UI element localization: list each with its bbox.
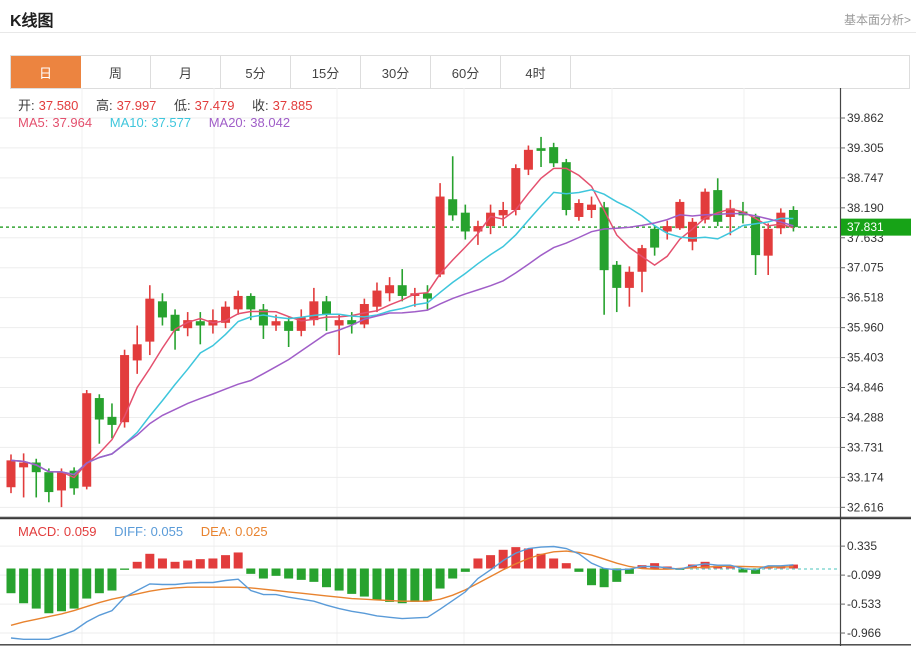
ma20-line (11, 214, 793, 475)
ma5-value: 37.964 (52, 115, 92, 130)
ma10-line (11, 190, 793, 475)
main-grid (0, 88, 840, 517)
svg-text:38.190: 38.190 (847, 201, 884, 215)
diff-value: 0.055 (151, 524, 184, 539)
svg-text:-0.099: -0.099 (847, 568, 881, 582)
svg-text:37.075: 37.075 (847, 261, 884, 275)
tab-month[interactable]: 月 (151, 56, 221, 88)
ma10-label: MA10: (110, 115, 148, 130)
svg-text:35.960: 35.960 (847, 321, 884, 335)
macd-value: 0.059 (64, 524, 97, 539)
svg-text:35.403: 35.403 (847, 351, 884, 365)
svg-text:0.335: 0.335 (847, 539, 877, 553)
svg-text:37.831: 37.831 (847, 220, 884, 234)
ma10-value: 37.577 (151, 115, 191, 130)
close-value: 37.885 (273, 98, 313, 113)
tab-30min[interactable]: 30分 (361, 56, 431, 88)
svg-text:33.174: 33.174 (847, 470, 884, 484)
svg-text:34.846: 34.846 (847, 381, 884, 395)
svg-text:38.747: 38.747 (847, 171, 884, 185)
dea-label: DEA: (201, 524, 231, 539)
tab-day[interactable]: 日 (11, 56, 81, 88)
low-value: 37.479 (195, 98, 235, 113)
page-header: K线图 基本面分析> (0, 0, 916, 33)
interval-tabs: 日周月5分15分30分60分4时 (10, 55, 910, 89)
svg-text:36.518: 36.518 (847, 291, 884, 305)
svg-text:-0.533: -0.533 (847, 597, 881, 611)
current-price-badge: 37.831 (841, 219, 911, 236)
macd-label: MACD: (18, 524, 60, 539)
tab-60min[interactable]: 60分 (431, 56, 501, 88)
high-label: 高: (96, 98, 113, 113)
svg-text:34.288: 34.288 (847, 410, 884, 424)
close-label: 收: (252, 98, 269, 113)
svg-text:33.731: 33.731 (847, 440, 884, 454)
kline-page: K线图 基本面分析> 日周月5分15分30分60分4时 39.862 39.305… (0, 0, 916, 652)
ohlc-legend: 开: 37.580 高: 37.997 低: 37.479 收: 37.885 (18, 95, 316, 114)
diff-label: DIFF: (114, 524, 147, 539)
open-label: 开: (18, 98, 35, 113)
macd-legend: MACD: 0.059 DIFF: 0.055 DEA: 0.025 (18, 524, 272, 539)
tab-15min[interactable]: 15分 (291, 56, 361, 88)
candles-group (7, 137, 798, 507)
svg-text:-0.966: -0.966 (847, 626, 881, 640)
price-axis-labels: 39.86239.30538.74738.19037.63337.07536.5… (840, 111, 884, 514)
tab-5min[interactable]: 5分 (221, 56, 291, 88)
high-value: 37.997 (117, 98, 157, 113)
svg-text:39.862: 39.862 (847, 111, 884, 125)
ma20-value: 38.042 (250, 115, 290, 130)
tab-4hour[interactable]: 4时 (501, 56, 571, 88)
macd-histogram (7, 547, 798, 613)
page-title: K线图 (10, 7, 54, 31)
macd-axis-labels: 0.335 -0.099 -0.533 -0.966 (840, 539, 881, 640)
candlestick-chart[interactable]: 39.86239.30538.74738.19037.63337.07536.5… (0, 88, 916, 518)
dea-value: 0.025 (235, 524, 268, 539)
open-value: 37.580 (39, 98, 79, 113)
ma-legend: MA5: 37.964 MA10:37.577 MA20:38.042 (18, 115, 294, 130)
low-label: 低: (174, 98, 191, 113)
svg-text:39.305: 39.305 (847, 141, 884, 155)
ma20-label: MA20: (209, 115, 247, 130)
tab-week[interactable]: 周 (81, 56, 151, 88)
svg-text:32.616: 32.616 (847, 500, 884, 514)
ma5-label: MA5: (18, 115, 48, 130)
fundamental-analysis-link[interactable]: 基本面分析> (844, 11, 911, 28)
